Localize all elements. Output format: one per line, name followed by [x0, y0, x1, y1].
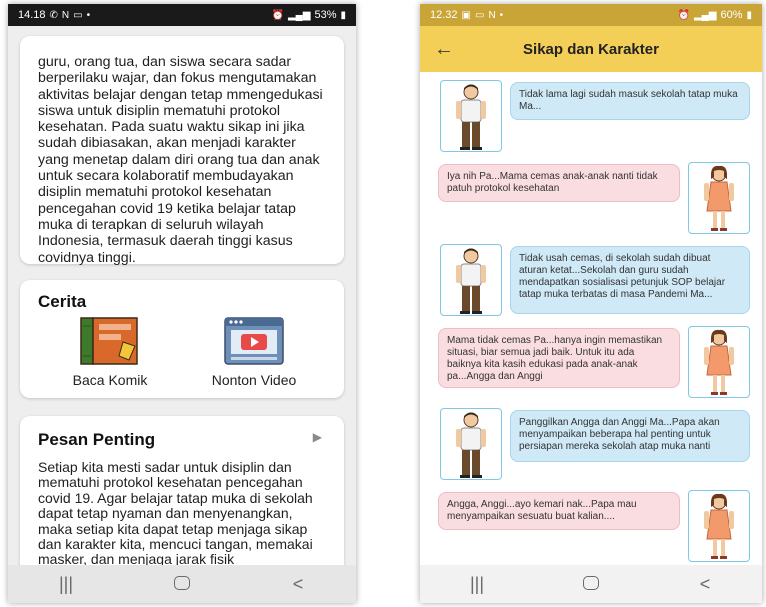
speech-bubble: Angga, Anggi...ayo kemari nak...Papa mau… [438, 492, 680, 530]
status-time: 12.32 [430, 9, 458, 21]
home-button[interactable] [152, 574, 212, 595]
important-message-card: Pesan Penting ▶ Setiap kita mesti sadar … [20, 416, 344, 565]
app-bar: ← Sikap dan Karakter [420, 26, 762, 72]
mother-avatar [688, 490, 750, 562]
comic-book-icon [80, 317, 138, 365]
chat-message: Mama tidak cemas Pa...hanya ingin memast… [420, 324, 762, 404]
back-nav-button[interactable]: < [268, 574, 328, 595]
chat-list[interactable]: Tidak lama lagi sudah masuk sekolah tata… [420, 72, 762, 565]
mother-avatar [688, 162, 750, 234]
right-phone-screen: 12.32 ▣ ▭ N • ⏰ ▂▄▆ 60% ▮ ← Sikap dan Ka… [420, 4, 762, 603]
intro-text-card: guru, orang tua, dan siswa secara sadar … [20, 36, 344, 266]
speech-bubble: Tidak usah cemas, di sekolah sudah dibua… [510, 246, 750, 314]
image-icon: ▣ [461, 9, 471, 21]
whatsapp-icon: ✆ [49, 9, 58, 21]
father-avatar [440, 244, 502, 316]
status-bar: 12.32 ▣ ▭ N • ⏰ ▂▄▆ 60% ▮ [420, 4, 762, 26]
left-phone-screen: 14.18 ✆ N ▭ • ⏰ ▂▄▆ 53% ▮ guru, orang tu… [8, 4, 356, 603]
battery-icon: ▮ [340, 9, 346, 21]
page-title: Sikap dan Karakter [523, 40, 659, 58]
speech-bubble: Tidak lama lagi sudah masuk sekolah tata… [510, 82, 750, 120]
battery-percent: 53% [314, 9, 337, 21]
chat-message: Tidak lama lagi sudah masuk sekolah tata… [420, 78, 762, 158]
speech-bubble: Mama tidak cemas Pa...hanya ingin memast… [438, 328, 680, 388]
chat-message: Angga, Anggi...ayo kemari nak...Papa mau… [420, 488, 762, 568]
recent-apps-button[interactable]: ||| [36, 574, 96, 595]
chat-message: Iya nih Pa...Mama cemas anak-anak nanti … [420, 160, 762, 240]
scroll-content[interactable]: guru, orang tua, dan siswa secara sadar … [8, 26, 356, 565]
chat-message: Tidak usah cemas, di sekolah sudah dibua… [420, 242, 762, 322]
battery-icon: ▮ [746, 9, 752, 21]
chat-message: Panggilkan Angga dan Anggi Ma...Papa aka… [420, 406, 762, 486]
video-player-icon [224, 317, 284, 365]
dot-icon: • [86, 9, 91, 21]
story-card: Cerita Baca Komik Nonton Video [20, 280, 344, 398]
status-bar: 14.18 ✆ N ▭ • ⏰ ▂▄▆ 53% ▮ [8, 4, 356, 26]
important-message-text: Setiap kita mesti sadar untuk disiplin d… [38, 459, 313, 565]
watch-video-button[interactable]: Nonton Video [189, 316, 319, 388]
signal-icon: ▂▄▆ [287, 9, 311, 21]
n-icon: N [61, 9, 70, 21]
home-icon [583, 575, 599, 590]
navigation-bar: ||| < [420, 565, 762, 603]
back-arrow-icon[interactable]: ← [420, 38, 468, 61]
read-comic-button[interactable]: Baca Komik [45, 316, 175, 388]
home-icon [174, 575, 190, 590]
screen-icon: ▭ [474, 9, 485, 21]
dot-icon: • [499, 9, 504, 21]
screen-icon: ▭ [73, 9, 83, 21]
navigation-bar: ||| < [8, 565, 356, 603]
father-avatar [440, 80, 502, 152]
back-nav-button[interactable]: < [675, 574, 735, 595]
recent-apps-button[interactable]: ||| [447, 574, 507, 595]
speech-bubble: Iya nih Pa...Mama cemas anak-anak nanti … [438, 164, 680, 202]
mother-avatar [688, 326, 750, 398]
intro-text: guru, orang tua, dan siswa secara sadar … [38, 54, 323, 266]
story-heading: Cerita [38, 292, 87, 311]
alarm-icon: ⏰ [271, 9, 284, 21]
father-avatar [440, 408, 502, 480]
signal-icon: ▂▄▆ [693, 9, 717, 21]
n-icon: N [488, 9, 496, 21]
status-time: 14.18 [18, 9, 46, 21]
important-message-heading: Pesan Penting [38, 430, 156, 449]
speech-bubble: Panggilkan Angga dan Anggi Ma...Papa aka… [510, 410, 750, 462]
play-icon[interactable]: ▶ [313, 430, 322, 444]
alarm-icon: ⏰ [677, 9, 690, 21]
read-comic-label: Baca Komik [72, 372, 148, 388]
watch-video-label: Nonton Video [211, 372, 297, 388]
home-button[interactable] [561, 574, 621, 595]
battery-percent: 60% [720, 9, 743, 21]
